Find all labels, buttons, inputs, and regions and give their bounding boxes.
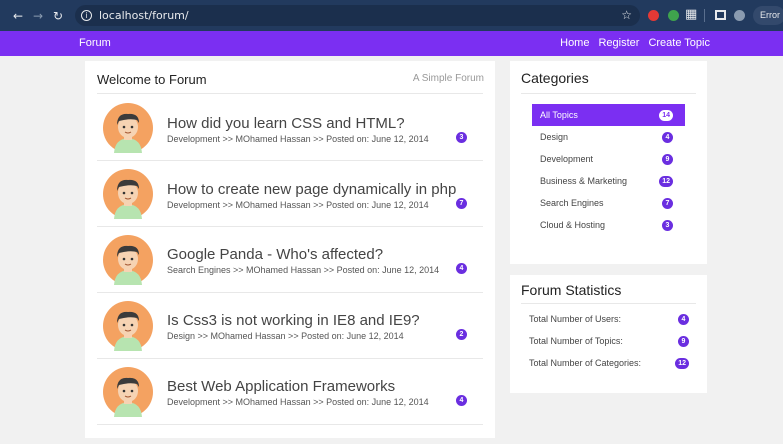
category-label: All Topics <box>540 110 578 120</box>
topic-item[interactable]: Is Css3 is not working in IE8 and IE9? D… <box>97 293 483 359</box>
category-business-marketing[interactable]: Business & Marketing 12 <box>532 170 685 192</box>
info-icon[interactable]: i <box>81 10 92 21</box>
topic-meta: Search Engines >> MOhamed Hassan >> Post… <box>167 265 440 275</box>
category-design[interactable]: Design 4 <box>532 126 685 148</box>
avatar <box>103 169 153 219</box>
topic-meta: Design >> MOhamed Hassan >> Posted on: J… <box>167 331 404 341</box>
extension-green-icon[interactable] <box>668 10 679 21</box>
category-label: Search Engines <box>540 198 604 208</box>
category-label: Design <box>540 132 569 142</box>
nav-home-link[interactable]: Home <box>560 37 589 49</box>
topic-title[interactable]: How did you learn CSS and HTML? <box>167 115 405 132</box>
topic-meta: Development >> MOhamed Hassan >> Posted … <box>167 200 429 210</box>
topic-item[interactable]: Best Web Application Frameworks Developm… <box>97 359 483 425</box>
nav-register-link[interactable]: Register <box>598 37 639 49</box>
page-subtitle: A Simple Forum <box>412 73 484 84</box>
browser-toolbar: ← → ↻ i localhost/forum/ ☆ ▦ Error <box>0 0 783 31</box>
topic-item[interactable]: How to create new page dynamically in ph… <box>97 161 483 227</box>
stat-value-badge: 9 <box>678 336 689 347</box>
category-count-badge: 12 <box>659 176 673 187</box>
category-count-badge: 3 <box>662 220 673 231</box>
reply-count-badge: 2 <box>456 329 467 340</box>
category-label: Development <box>540 154 594 164</box>
categories-panel: Categories All Topics 14 Design 4 Develo… <box>510 61 707 264</box>
avatar <box>103 367 153 417</box>
avatar <box>103 235 153 285</box>
topic-title[interactable]: How to create new page dynamically in ph… <box>167 181 456 198</box>
nav-links: Home Register Create Topic <box>551 37 710 49</box>
address-bar[interactable]: i localhost/forum/ ☆ <box>75 5 640 26</box>
stat-row-users: Total Number of Users: 4 <box>529 313 689 327</box>
topic-title[interactable]: Google Panda - Who's affected? <box>167 246 383 263</box>
categories-title: Categories <box>521 70 589 86</box>
back-icon[interactable]: ← <box>10 9 26 23</box>
page-title: Welcome to Forum <box>97 72 207 87</box>
side-panel-icon[interactable] <box>715 10 726 20</box>
category-cloud-hosting[interactable]: Cloud & Hosting 3 <box>532 214 685 236</box>
forward-icon[interactable]: → <box>30 9 46 23</box>
category-count-badge: 4 <box>662 132 673 143</box>
star-icon[interactable]: ☆ <box>621 8 632 22</box>
extensions-icon[interactable]: ▦ <box>685 7 697 22</box>
topic-meta: Development >> MOhamed Hassan >> Posted … <box>167 397 429 407</box>
stat-value-badge: 12 <box>675 358 689 369</box>
category-count-badge: 9 <box>662 154 673 165</box>
avatar <box>103 301 153 351</box>
error-button[interactable]: Error <box>753 6 783 25</box>
extension-red-icon[interactable] <box>648 10 659 21</box>
brand-link[interactable]: Forum <box>79 37 111 49</box>
stat-label: Total Number of Categories: <box>529 358 642 368</box>
statistics-title: Forum Statistics <box>521 282 622 298</box>
divider <box>97 93 483 94</box>
topic-meta: Development >> MOhamed Hassan >> Posted … <box>167 134 429 144</box>
stat-label: Total Number of Topics: <box>529 336 623 346</box>
category-all-topics[interactable]: All Topics 14 <box>532 104 685 126</box>
stat-row-topics: Total Number of Topics: 9 <box>529 335 689 349</box>
url-text: localhost/forum/ <box>99 9 189 22</box>
stat-label: Total Number of Users: <box>529 314 622 324</box>
reply-count-badge: 3 <box>456 132 467 143</box>
topics-panel: Welcome to Forum A Simple Forum How did … <box>85 61 495 438</box>
reply-count-badge: 4 <box>456 263 467 274</box>
nav-create-topic-link[interactable]: Create Topic <box>648 37 710 49</box>
topic-title[interactable]: Best Web Application Frameworks <box>167 378 395 395</box>
reload-icon[interactable]: ↻ <box>50 9 66 23</box>
stat-value-badge: 4 <box>678 314 689 325</box>
toolbar-divider <box>704 9 705 22</box>
app-navbar: Forum Home Register Create Topic <box>0 31 783 56</box>
divider <box>521 93 696 94</box>
category-development[interactable]: Development 9 <box>532 148 685 170</box>
divider <box>521 303 696 304</box>
topic-title[interactable]: Is Css3 is not working in IE8 and IE9? <box>167 312 420 329</box>
topic-item[interactable]: How did you learn CSS and HTML? Developm… <box>97 95 483 161</box>
profile-icon[interactable] <box>734 10 745 21</box>
category-label: Business & Marketing <box>540 176 628 186</box>
statistics-panel: Forum Statistics Total Number of Users: … <box>510 275 707 393</box>
category-label: Cloud & Hosting <box>540 220 606 230</box>
category-count-badge: 7 <box>662 198 673 209</box>
avatar <box>103 103 153 153</box>
reply-count-badge: 4 <box>456 395 467 406</box>
stat-row-categories: Total Number of Categories: 12 <box>529 357 689 371</box>
category-count-badge: 14 <box>659 110 673 121</box>
category-search-engines[interactable]: Search Engines 7 <box>532 192 685 214</box>
reply-count-badge: 7 <box>456 198 467 209</box>
topic-item[interactable]: Google Panda - Who's affected? Search En… <box>97 227 483 293</box>
